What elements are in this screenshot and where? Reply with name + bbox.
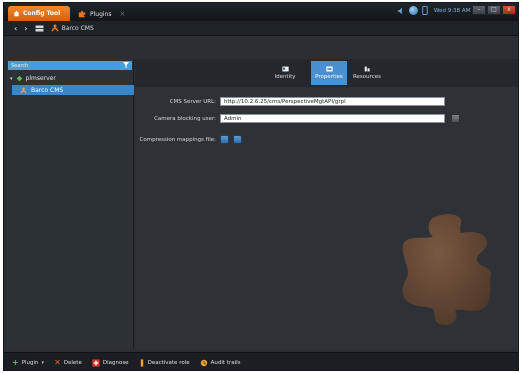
audit-trails-icon (200, 359, 207, 366)
cms-url-value: http://10.2.6.25/cms/PerspectiveMgtAPI/g… (224, 98, 346, 105)
camera-user-row: Camera blocking user: Admin (135, 114, 460, 123)
title-bar: Config Tool Plugins × Wed 9:38 AM – □ x (4, 3, 518, 21)
plugins-tab[interactable]: Plugins × (74, 7, 128, 21)
camera-user-input[interactable]: Admin (220, 114, 445, 123)
config-tool-tab[interactable]: Config Tool (8, 6, 70, 21)
compression-label: Compression mappings file: (139, 136, 217, 143)
properties-icon (325, 66, 333, 72)
window-controls: – □ x (472, 5, 516, 15)
search-placeholder: Search (11, 62, 29, 69)
server-icon[interactable] (35, 24, 44, 32)
tree-root-label: plmserver (25, 75, 56, 82)
tabs-bar: Identity Properties Resources (135, 59, 518, 87)
home-icon (13, 10, 20, 17)
back-button[interactable]: ‹ (14, 24, 17, 33)
user-picker-button[interactable] (451, 114, 460, 123)
plugins-tab-close-icon[interactable]: × (120, 10, 126, 18)
plugins-tab-label: Plugins (90, 10, 112, 18)
resources-icon (364, 66, 370, 72)
audit-trails-label: Audit trails (210, 359, 241, 366)
diagnose-icon (92, 358, 100, 367)
tab-resources-label: Resources (352, 74, 382, 80)
delete-icon: ✕ (54, 358, 61, 367)
forward-button[interactable]: › (24, 24, 27, 33)
deactivate-role-label: Deactivate role (147, 359, 190, 366)
content-panel: Identity Properties Resources CMS Server… (135, 59, 518, 349)
puzzle-icon (78, 10, 86, 18)
plugin-role-icon (20, 86, 27, 94)
diagnose-button[interactable]: Diagnose (92, 358, 129, 367)
maximize-button[interactable]: □ (487, 5, 501, 15)
tree-item-plmserver[interactable]: ▾ plmserver (10, 75, 56, 82)
server-tree-icon (16, 75, 22, 82)
deactivate-role-button[interactable]: Deactivate role (139, 358, 190, 367)
tab-properties-label: Properties (315, 74, 343, 80)
system-tray: Wed 9:38 AM (397, 6, 470, 15)
camera-user-value: Admin (224, 115, 242, 122)
diagnose-button-label: Diagnose (102, 359, 129, 366)
tree-child-label: Barco CMS (31, 86, 64, 94)
clock: Wed 9:38 AM (434, 7, 471, 14)
config-tool-tab-label: Config Tool (23, 10, 61, 17)
upload-file-button[interactable] (220, 135, 229, 144)
tab-identity[interactable]: Identity (268, 61, 302, 85)
bottom-toolbar: + Plugin ▾ ✕ Delete Diagnose Deactivate … (4, 352, 518, 370)
breadcrumb-label: Barco CMS (61, 24, 94, 32)
tab-properties[interactable]: Properties (311, 61, 347, 85)
puzzle-watermark-icon (402, 214, 492, 326)
delete-button[interactable]: ✕ Delete (54, 358, 82, 367)
cms-url-input[interactable]: http://10.2.6.25/cms/PerspectiveMgtAPI/g… (220, 97, 445, 106)
view-file-button[interactable] (233, 135, 242, 144)
plugin-person-icon (50, 24, 59, 32)
plugin-button[interactable]: + Plugin ▾ (12, 358, 44, 367)
identity-icon (281, 66, 289, 72)
search-input[interactable]: Search (8, 61, 132, 70)
cms-url-row: CMS Server URL: http://10.2.6.25/cms/Per… (135, 97, 445, 106)
tab-identity-label: Identity (274, 74, 296, 80)
globe-icon[interactable] (409, 6, 418, 15)
delete-button-label: Delete (63, 359, 82, 366)
expand-icon[interactable]: ▾ (10, 76, 13, 82)
breadcrumb-item-barco-cms[interactable]: Barco CMS (50, 24, 94, 32)
speaker-icon[interactable] (397, 7, 405, 15)
dropdown-icon: ▾ (41, 359, 45, 366)
cms-url-label: CMS Server URL: (169, 98, 216, 105)
deactivate-icon (140, 358, 143, 367)
phone-icon[interactable] (422, 6, 428, 15)
camera-user-label: Camera blocking user: (154, 115, 216, 122)
plus-icon: + (12, 358, 19, 367)
tab-resources[interactable]: Resources (349, 61, 385, 85)
close-button[interactable]: x (502, 5, 516, 15)
compression-row: Compression mappings file: (135, 135, 242, 144)
minimize-button[interactable]: – (472, 5, 486, 15)
filter-icon[interactable] (123, 62, 129, 68)
breadcrumb: ‹ › Barco CMS (4, 21, 518, 36)
entity-tree-panel: Search ▾ plmserver Barco CMS (6, 59, 134, 349)
config-tool-window: Config Tool Plugins × Wed 9:38 AM – □ x … (3, 2, 519, 371)
plugin-button-label: Plugin (21, 359, 39, 366)
tree-item-barco-cms[interactable]: Barco CMS (12, 85, 134, 95)
audit-trails-button[interactable]: Audit trails (200, 359, 241, 367)
